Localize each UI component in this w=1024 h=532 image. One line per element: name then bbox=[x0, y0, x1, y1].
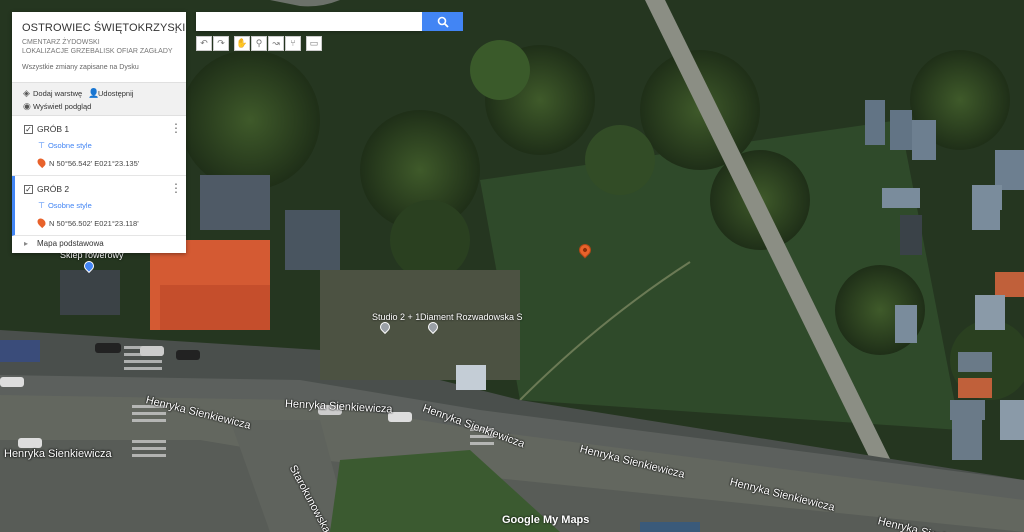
layer-item[interactable]: ✓ GRÓB 2 ⋮ ⊤ Osobne style N 50°56.502' E0… bbox=[12, 176, 186, 236]
eye-icon: ◉ bbox=[23, 101, 31, 111]
layer-style-label: Osobne style bbox=[47, 141, 92, 150]
google-my-maps-logo: Google My Maps bbox=[502, 514, 590, 526]
action-bar: ◈ Dodaj warstwę 👤Udostępnij ◉ Wyświetl pod… bbox=[12, 82, 186, 116]
redo-icon[interactable]: ↷ bbox=[213, 36, 229, 51]
expand-arrow-icon: ▸ bbox=[24, 239, 29, 248]
street-label: Henryka Sienkiewicza bbox=[4, 448, 112, 460]
layer-name[interactable]: GRÓB 1 bbox=[37, 124, 69, 134]
preview-label: Wyświetl podgląd bbox=[33, 102, 92, 111]
undo-icon[interactable]: ↶ bbox=[196, 36, 212, 51]
preview-button[interactable]: ◉ Wyświetl podgląd bbox=[23, 101, 91, 112]
map-panel: OSTROWIEC ŚWIĘTOKRZYSKI ⋮ CMENTARZ ŻYDOW… bbox=[12, 12, 186, 253]
paint-roller-icon: ⊤ bbox=[38, 201, 45, 210]
ruler-icon[interactable]: ▭ bbox=[306, 36, 322, 51]
hand-icon[interactable]: ✋ bbox=[234, 36, 250, 51]
search-button[interactable] bbox=[422, 12, 463, 31]
add-layer-label: Dodaj warstwę bbox=[33, 89, 83, 98]
poi-label: Studio 2 + 1 bbox=[372, 312, 421, 322]
search-input[interactable] bbox=[196, 12, 422, 31]
layer-options-kebab-icon[interactable]: ⋮ bbox=[170, 122, 182, 134]
map-description[interactable]: CMENTARZ ŻYDOWSKI LOKALIZACJE GRZEBALISK… bbox=[22, 38, 177, 56]
base-map-label: Mapa podstawowa bbox=[37, 239, 104, 248]
share-button[interactable]: 👤Udostępnij bbox=[88, 88, 133, 99]
place-coordinates: N 50°56.502' E021°23.118' bbox=[49, 219, 139, 228]
marker-icon bbox=[35, 156, 48, 169]
search-icon bbox=[437, 16, 449, 28]
draw-line-icon[interactable]: ↝ bbox=[268, 36, 284, 51]
base-map-toggle[interactable]: ▸ Mapa podstawowa bbox=[12, 236, 186, 253]
paint-roller-icon: ⊤ bbox=[38, 141, 45, 150]
place-coordinates: N 50°56.542' E021°23.135' bbox=[49, 159, 140, 168]
marker-icon bbox=[35, 216, 48, 229]
map-options-kebab-icon[interactable]: ⋮ bbox=[170, 22, 182, 34]
add-marker-icon[interactable]: ⚲ bbox=[251, 36, 267, 51]
layer-checkbox[interactable]: ✓ bbox=[24, 185, 33, 194]
share-label: Udostępnij bbox=[98, 89, 134, 98]
add-layer-button[interactable]: ◈ Dodaj warstwę bbox=[23, 88, 82, 99]
layer-place-item[interactable]: N 50°56.542' E021°23.135' bbox=[35, 156, 140, 169]
layers-icon: ◈ bbox=[23, 88, 30, 98]
layer-item[interactable]: ✓ GRÓB 1 ⋮ ⊤ Osobne style N 50°56.542' E0… bbox=[12, 116, 186, 176]
add-person-icon: 👤 bbox=[88, 88, 100, 98]
layer-place-item[interactable]: N 50°56.502' E021°23.118' bbox=[35, 216, 139, 229]
map-title[interactable]: OSTROWIEC ŚWIĘTOKRZYSKI bbox=[22, 22, 185, 34]
layer-options-kebab-icon[interactable]: ⋮ bbox=[170, 182, 182, 194]
layer-checkbox[interactable]: ✓ bbox=[24, 125, 33, 134]
save-status: Wszystkie zmiany zapisane na Dysku bbox=[22, 64, 139, 71]
poi-label: Diament Rozwadowska S bbox=[420, 312, 523, 322]
directions-icon[interactable]: ⑂ bbox=[285, 36, 301, 51]
layer-name[interactable]: GRÓB 2 bbox=[37, 184, 69, 194]
layer-style-label: Osobne style bbox=[47, 201, 92, 210]
layer-style-link[interactable]: ⊤ Osobne style bbox=[38, 201, 92, 210]
layer-style-link[interactable]: ⊤ Osobne style bbox=[38, 141, 92, 150]
